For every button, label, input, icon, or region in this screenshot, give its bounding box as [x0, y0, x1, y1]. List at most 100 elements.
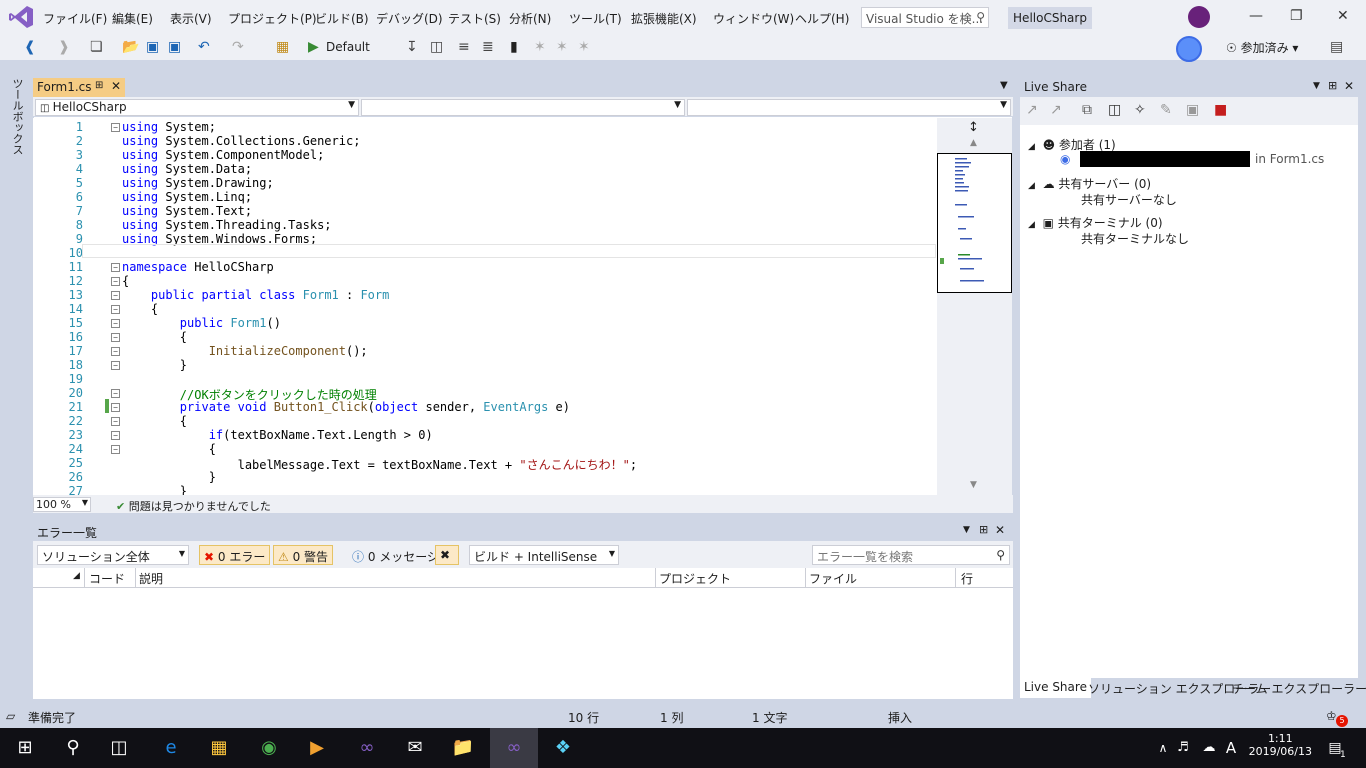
session-details-icon[interactable]: ▣	[1186, 101, 1199, 119]
start-icon[interactable]: ▶	[308, 38, 319, 56]
ime-indicator[interactable]: A	[1218, 736, 1244, 760]
tab-overflow-icon[interactable]: ▼	[1000, 80, 1008, 91]
code-line[interactable]: using System.Collections.Generic;	[122, 134, 360, 148]
fold-toggle-icon[interactable]: −	[111, 361, 120, 370]
save-icon[interactable]: ▣	[146, 38, 159, 56]
code-line[interactable]: if(textBoxName.Text.Length > 0)	[122, 428, 433, 442]
code-line[interactable]: }	[122, 484, 187, 495]
code-line[interactable]: {	[122, 302, 158, 316]
new-project-icon[interactable]: ❏	[90, 38, 103, 56]
scroll-down-icon[interactable]: ▼	[970, 480, 977, 490]
code-line[interactable]: {	[122, 442, 216, 456]
search-icon[interactable]: ⚲	[60, 736, 86, 760]
media-player-icon[interactable]: ▶	[304, 736, 330, 760]
servers-node[interactable]: ◢ ☁ 共有サーバー (0)	[1028, 175, 1151, 192]
column-code[interactable]: コード	[89, 570, 125, 587]
fold-toggle-icon[interactable]: −	[111, 431, 120, 440]
open-folder-icon[interactable]: 📂	[122, 38, 139, 56]
code-line[interactable]: InitializeComponent();	[122, 344, 368, 358]
code-line[interactable]: using System.Drawing;	[122, 176, 274, 190]
pin-icon[interactable]: ⊞	[1328, 79, 1337, 92]
column-file[interactable]: ファイル	[809, 570, 857, 587]
dropdown-icon[interactable]: ▼	[963, 525, 970, 535]
fold-toggle-icon[interactable]: −	[111, 263, 120, 272]
uncomment-icon[interactable]: ≣	[482, 38, 494, 56]
fold-toggle-icon[interactable]: −	[111, 445, 120, 454]
comment-icon[interactable]: ≡	[458, 38, 470, 56]
menu-item[interactable]: 表示(V)	[170, 10, 212, 27]
minimap-viewport[interactable]	[937, 153, 1012, 293]
store-icon[interactable]: ▦	[206, 736, 232, 760]
code-line[interactable]: private void Button1_Click(object sender…	[122, 400, 570, 414]
fold-toggle-icon[interactable]: −	[111, 291, 120, 300]
clear-bookmark-icon[interactable]: ✶	[578, 38, 590, 56]
close-panel-icon[interactable]: ✕	[1344, 79, 1354, 93]
redo-icon[interactable]: ↷	[232, 38, 244, 56]
menu-item[interactable]: デバッグ(D)	[376, 10, 443, 27]
visual-studio-logo-icon[interactable]	[8, 5, 34, 29]
menu-item[interactable]: ビルド(B)	[315, 10, 369, 27]
source-dropdown[interactable]: ビルド + IntelliSense ▼	[469, 545, 619, 565]
code-line[interactable]: using System.Text;	[122, 204, 252, 218]
code-line[interactable]: using System;	[122, 120, 216, 134]
warnings-filter[interactable]: ⚠ 0 警告	[273, 545, 334, 565]
browser-icon[interactable]: ◫	[430, 38, 443, 56]
menu-item[interactable]: プロジェクト(P)	[228, 10, 317, 27]
fold-toggle-icon[interactable]: −	[111, 417, 120, 426]
project-dropdown[interactable]: ◫ HelloCSharp ▼	[35, 99, 359, 116]
minimize-icon[interactable]: —	[1249, 8, 1263, 24]
column-line[interactable]: 行	[961, 570, 973, 587]
app-icon[interactable]: ❖	[550, 736, 576, 760]
code-line[interactable]: using System.Threading.Tasks;	[122, 218, 332, 232]
visual-studio-icon[interactable]: ∞	[354, 736, 380, 760]
fold-toggle-icon[interactable]: −	[111, 389, 120, 398]
navigate-icon[interactable]: ▦	[276, 38, 289, 56]
windows-start-icon[interactable]: ⊞	[12, 736, 38, 760]
menu-item[interactable]: ウィンドウ(W)	[713, 10, 794, 27]
menu-item[interactable]: ヘルプ(H)	[795, 10, 849, 27]
pin-icon[interactable]: ⊞	[979, 523, 988, 536]
code-area[interactable]: 1− using System; 2 using System.Collections…	[33, 118, 937, 495]
code-line[interactable]: public Form1()	[122, 316, 281, 330]
chat-icon[interactable]: ◫	[1108, 101, 1121, 119]
code-line[interactable]: }	[122, 358, 187, 372]
focus-icon[interactable]: ✧	[1134, 101, 1146, 119]
menu-item[interactable]: ツール(T)	[569, 10, 622, 27]
undo-icon[interactable]: ↶	[198, 38, 210, 56]
task-view-icon[interactable]: ◫	[106, 736, 132, 760]
zoom-dropdown[interactable]: 100 % ▼	[33, 497, 91, 512]
tab-form1[interactable]: Form1.cs ⊞ ✕	[33, 78, 125, 97]
menu-item[interactable]: 拡張機能(X)	[631, 10, 697, 27]
live-share-icon[interactable]	[1176, 36, 1202, 62]
clock[interactable]: 1:11 2019/06/13	[1249, 732, 1312, 758]
share-status[interactable]: ☉ 参加済み ▾	[1226, 39, 1298, 56]
follow-icon[interactable]: ✎	[1160, 101, 1172, 119]
close-panel-icon[interactable]: ✕	[995, 523, 1005, 537]
search-input[interactable]: Visual Studio を検... ⚲	[861, 7, 989, 28]
column-description[interactable]: 説明	[139, 570, 163, 587]
code-line[interactable]: {	[122, 414, 187, 428]
next-bookmark-icon[interactable]: ✶	[556, 38, 568, 56]
errors-filter[interactable]: ✖ 0 エラー	[199, 545, 271, 565]
code-line[interactable]: {	[122, 274, 129, 288]
code-line[interactable]: namespace HelloCSharp	[122, 260, 274, 274]
avatar[interactable]	[1188, 6, 1210, 28]
type-dropdown[interactable]: ▼	[361, 99, 685, 116]
share-server-icon[interactable]: ↗	[1026, 101, 1038, 119]
code-line[interactable]: using System.Linq;	[122, 190, 252, 204]
forward-icon[interactable]: ❱	[58, 38, 70, 56]
filter-icon[interactable]: ✖	[435, 545, 459, 565]
issues-indicator[interactable]: ✔ 問題は見つかりませんでした	[116, 498, 271, 514]
feedback-icon[interactable]: ▤	[1330, 38, 1343, 56]
code-line[interactable]: using System.ComponentModel;	[122, 148, 324, 162]
column-project[interactable]: プロジェクト	[659, 570, 731, 587]
fold-toggle-icon[interactable]: −	[111, 305, 120, 314]
code-line[interactable]: public partial class Form1 : Form	[122, 288, 389, 302]
code-line[interactable]: using System.Data;	[122, 162, 252, 176]
member-dropdown[interactable]: ▼	[687, 99, 1011, 116]
scope-dropdown[interactable]: ソリューション全体 ▼	[37, 545, 189, 565]
fold-toggle-icon[interactable]: −	[111, 123, 120, 132]
fold-toggle-icon[interactable]: −	[111, 347, 120, 356]
volume-icon[interactable]: ♬	[1170, 736, 1196, 760]
fold-toggle-icon[interactable]: −	[111, 319, 120, 328]
